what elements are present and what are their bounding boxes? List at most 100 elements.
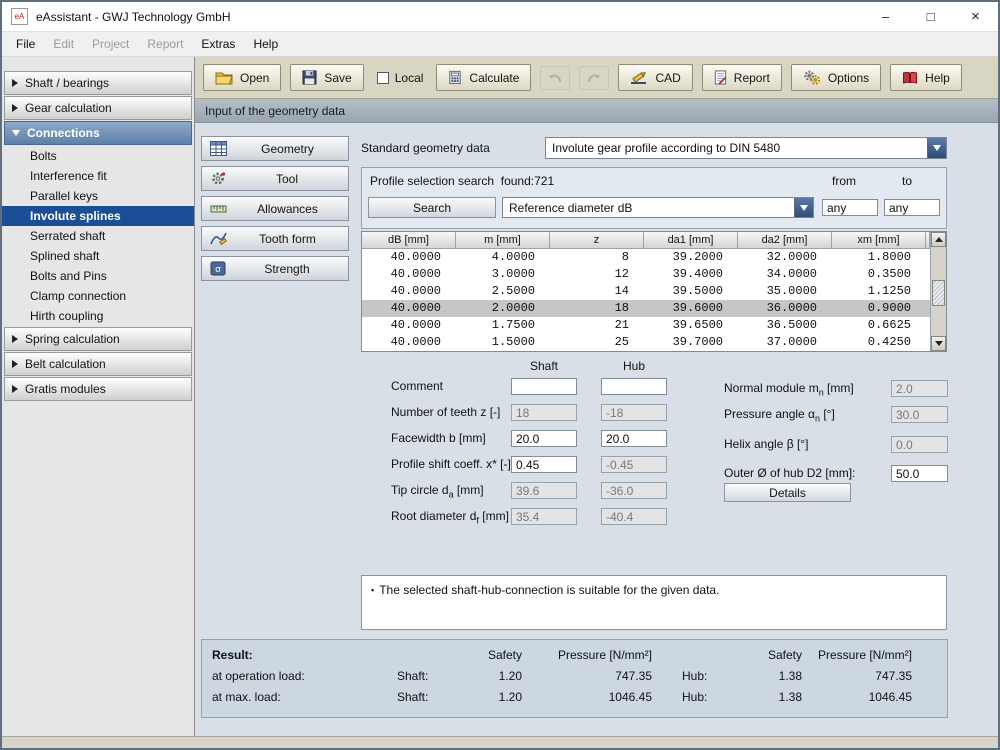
nav-tooth-form-button[interactable]: Tooth form [201,226,349,251]
sidebar-section-belt-calculation[interactable]: Belt calculation [4,352,192,376]
window-title: eAssistant - GWJ Technology GmbH [36,10,863,24]
cad-button[interactable]: CAD [618,64,692,91]
comment-hub-input[interactable] [601,378,667,395]
chevron-right-icon [12,360,18,368]
nav-geometry-button[interactable]: Geometry [201,136,349,161]
help-button[interactable]: Help [890,64,962,91]
outer-hub-diameter-input[interactable] [891,465,948,482]
table-row[interactable]: 40.00004.0000839.200032.00001.8000 [362,249,930,266]
sigma-icon: σ [210,261,226,276]
minimize-button[interactable]: – [863,2,908,32]
table-header-xm[interactable]: xm [mm] [832,232,926,249]
table-cell: 39.6000 [644,300,738,317]
details-button[interactable]: Details [724,483,851,502]
table-header-db[interactable]: dB [mm] [362,232,456,249]
undo-arrow-icon [547,71,563,84]
sidebar-section-connections[interactable]: Connections [4,121,192,145]
menu-help[interactable]: Help [244,32,287,56]
nav-allowances-label: Allowances [235,202,340,216]
scroll-down-icon [935,341,943,346]
calculator-icon [448,70,462,85]
chevron-down-icon[interactable] [927,138,946,158]
table-cell: 12 [550,266,644,283]
sidebar-section-shaft-bearings[interactable]: Shaft / bearings [4,71,192,95]
comment-shaft-input[interactable] [511,378,577,395]
nav-allowances-button[interactable]: Allowances [201,196,349,221]
table-row[interactable]: 40.00002.50001439.500035.00001.1250 [362,283,930,300]
menu-file[interactable]: File [7,32,44,56]
sidebar-item-splined-shaft[interactable]: Splined shaft [2,246,194,266]
undo-button [540,66,570,90]
report-label: Report [734,71,770,85]
menu-edit[interactable]: Edit [44,32,83,56]
result-part-label: Shaft: [377,669,462,683]
local-checkbox[interactable]: Local [373,71,428,85]
result-safety-value: 1.38 [742,690,802,704]
tip-circle-shaft-field [511,482,577,499]
nav-tool-button[interactable]: Tool [201,166,349,191]
facewidth-shaft-input[interactable] [511,430,577,447]
table-cell: 36.5000 [738,317,832,334]
table-row[interactable]: 40.00001.50002539.700037.00000.4250 [362,334,930,351]
shaft-column-header: Shaft [511,359,577,373]
table-cell: 25 [550,334,644,351]
grid-icon [210,141,227,156]
from-label: from [832,174,856,188]
sidebar-item-hirth-coupling[interactable]: Hirth coupling [2,306,194,326]
menu-project[interactable]: Project [83,32,138,56]
chevron-down-icon[interactable] [794,198,813,217]
sidebar-item-clamp-connection[interactable]: Clamp connection [2,286,194,306]
scroll-down-button[interactable] [931,336,946,351]
table-cell: 14 [550,283,644,300]
maximize-button[interactable]: □ [908,2,953,32]
to-input[interactable] [884,199,940,216]
floppy-icon [302,70,317,85]
scrollbar-thumb[interactable] [932,280,945,306]
search-criteria-select[interactable]: Reference diameter dB [502,197,814,218]
result-pressure-value: 1046.45 [802,690,912,704]
close-button[interactable]: × [953,2,998,32]
sidebar-item-bolts[interactable]: Bolts [2,146,194,166]
sidebar-item-interference-fit[interactable]: Interference fit [2,166,194,186]
sidebar-section-gear-calculation[interactable]: Gear calculation [4,96,192,120]
profile-shift-shaft-input[interactable] [511,456,577,473]
sidebar-section-label: Connections [27,126,100,140]
nav-strength-button[interactable]: σ Strength [201,256,349,281]
report-button[interactable]: Report [702,64,782,91]
table-header-z[interactable]: z [550,232,644,249]
sidebar-item-serrated-shaft[interactable]: Serrated shaft [2,226,194,246]
sidebar-section-gratis-modules[interactable]: Gratis modules [4,377,192,401]
pressure-angle-field [891,406,948,423]
table-cell: 39.7000 [644,334,738,351]
calculate-button[interactable]: Calculate [436,64,531,91]
standard-geometry-select[interactable]: Involute gear profile according to DIN 5… [545,137,947,159]
table-header-da2[interactable]: da2 [mm] [738,232,832,249]
sidebar-section-spring-calculation[interactable]: Spring calculation [4,327,192,351]
facewidth-label: Facewidth b [mm] [391,431,486,447]
menu-report[interactable]: Report [138,32,192,56]
from-input[interactable] [822,199,878,216]
outer-hub-diameter-label: Outer Ø of hub D2 [mm]: [724,466,855,482]
save-button[interactable]: Save [290,64,363,91]
scroll-up-button[interactable] [931,232,946,247]
table-cell: 1.8000 [832,249,926,266]
sidebar-item-parallel-keys[interactable]: Parallel keys [2,186,194,206]
table-cell: 40.0000 [362,317,456,334]
table-cell: 39.5000 [644,283,738,300]
options-button[interactable]: Options [791,64,881,91]
table-row-selected[interactable]: 40.00002.00001839.600036.00000.9000 [362,300,930,317]
sidebar-item-bolts-and-pins[interactable]: Bolts and Pins [2,266,194,286]
result-row-label: at max. load: [212,690,377,704]
sidebar-item-involute-splines[interactable]: Involute splines [2,206,194,226]
facewidth-hub-input[interactable] [601,430,667,447]
search-button[interactable]: Search [368,197,496,218]
table-scrollbar[interactable] [930,232,946,351]
menu-extras[interactable]: Extras [192,32,244,56]
to-label: to [902,174,912,188]
open-button[interactable]: Open [203,64,281,91]
profile-shift-label: Profile shift coeff. x* [-] [391,457,511,473]
table-header-da1[interactable]: da1 [mm] [644,232,738,249]
table-row[interactable]: 40.00001.75002139.650036.50000.6625 [362,317,930,334]
table-row[interactable]: 40.00003.00001239.400034.00000.3500 [362,266,930,283]
table-header-m[interactable]: m [mm] [456,232,550,249]
